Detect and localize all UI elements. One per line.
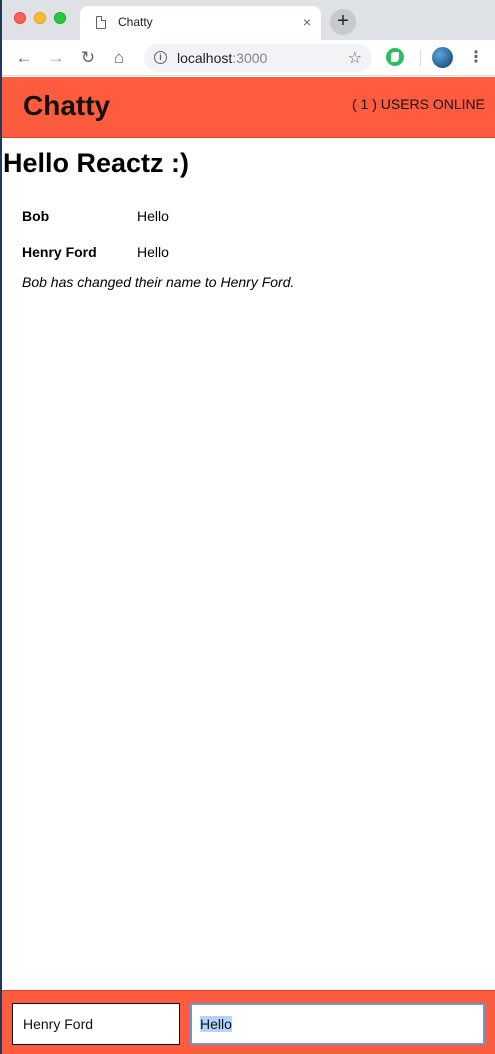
url-text[interactable]: localhost:3000	[177, 50, 267, 66]
app-brand[interactable]: Chatty	[23, 90, 110, 122]
close-window-button[interactable]	[14, 12, 26, 24]
evernote-extension-icon[interactable]	[386, 48, 404, 66]
toolbar-divider	[420, 50, 421, 66]
message-input-text: Hello	[200, 1016, 232, 1032]
minimize-window-button[interactable]	[34, 12, 46, 24]
tab-strip: Chatty × +	[2, 0, 495, 40]
browser-window: Chatty × + ← → ↻ ⌂ i localhost:3000 ☆ ⋮ …	[2, 0, 495, 1054]
info-icon[interactable]: i	[154, 51, 167, 64]
chat-bar: Henry Ford Hello	[2, 990, 495, 1054]
reload-icon[interactable]: ↻	[77, 47, 99, 69]
app-navbar: Chatty ( 1 ) USERS ONLINE	[2, 77, 495, 138]
system-notification: Bob has changed their name to Henry Ford…	[22, 274, 295, 290]
new-tab-button[interactable]: +	[330, 9, 356, 35]
message-content: Hello	[137, 208, 169, 224]
close-icon[interactable]: ×	[303, 14, 311, 30]
tab-chatty[interactable]: Chatty ×	[80, 6, 321, 40]
home-icon[interactable]: ⌂	[108, 47, 130, 69]
message-content: Hello	[137, 244, 169, 260]
maximize-window-button[interactable]	[54, 12, 66, 24]
address-bar[interactable]: i localhost:3000 ☆	[144, 44, 372, 72]
browser-toolbar: ← → ↻ ⌂ i localhost:3000 ☆ ⋮	[2, 40, 495, 76]
profile-avatar-icon[interactable]	[432, 47, 453, 68]
message-list: Bob Hello Henry Ford Hello	[22, 205, 482, 277]
message-item: Bob Hello	[22, 205, 482, 241]
tab-title: Chatty	[118, 15, 153, 29]
message-input[interactable]: Hello	[190, 1003, 485, 1045]
url-host: localhost	[177, 50, 233, 66]
users-online-counter: ( 1 ) USERS ONLINE	[351, 96, 485, 112]
kebab-menu-icon[interactable]: ⋮	[468, 47, 484, 69]
message-username: Henry Ford	[22, 244, 97, 260]
forward-arrow-icon[interactable]: →	[45, 47, 67, 69]
back-arrow-icon[interactable]: ←	[13, 47, 35, 69]
username-input[interactable]: Henry Ford	[12, 1003, 180, 1045]
url-port: :3000	[232, 50, 268, 66]
star-icon[interactable]: ☆	[348, 48, 362, 68]
page-icon	[96, 16, 106, 29]
message-username: Bob	[22, 208, 50, 224]
page-title: Hello Reactz :)	[3, 148, 190, 178]
message-item: Henry Ford Hello	[22, 241, 482, 277]
